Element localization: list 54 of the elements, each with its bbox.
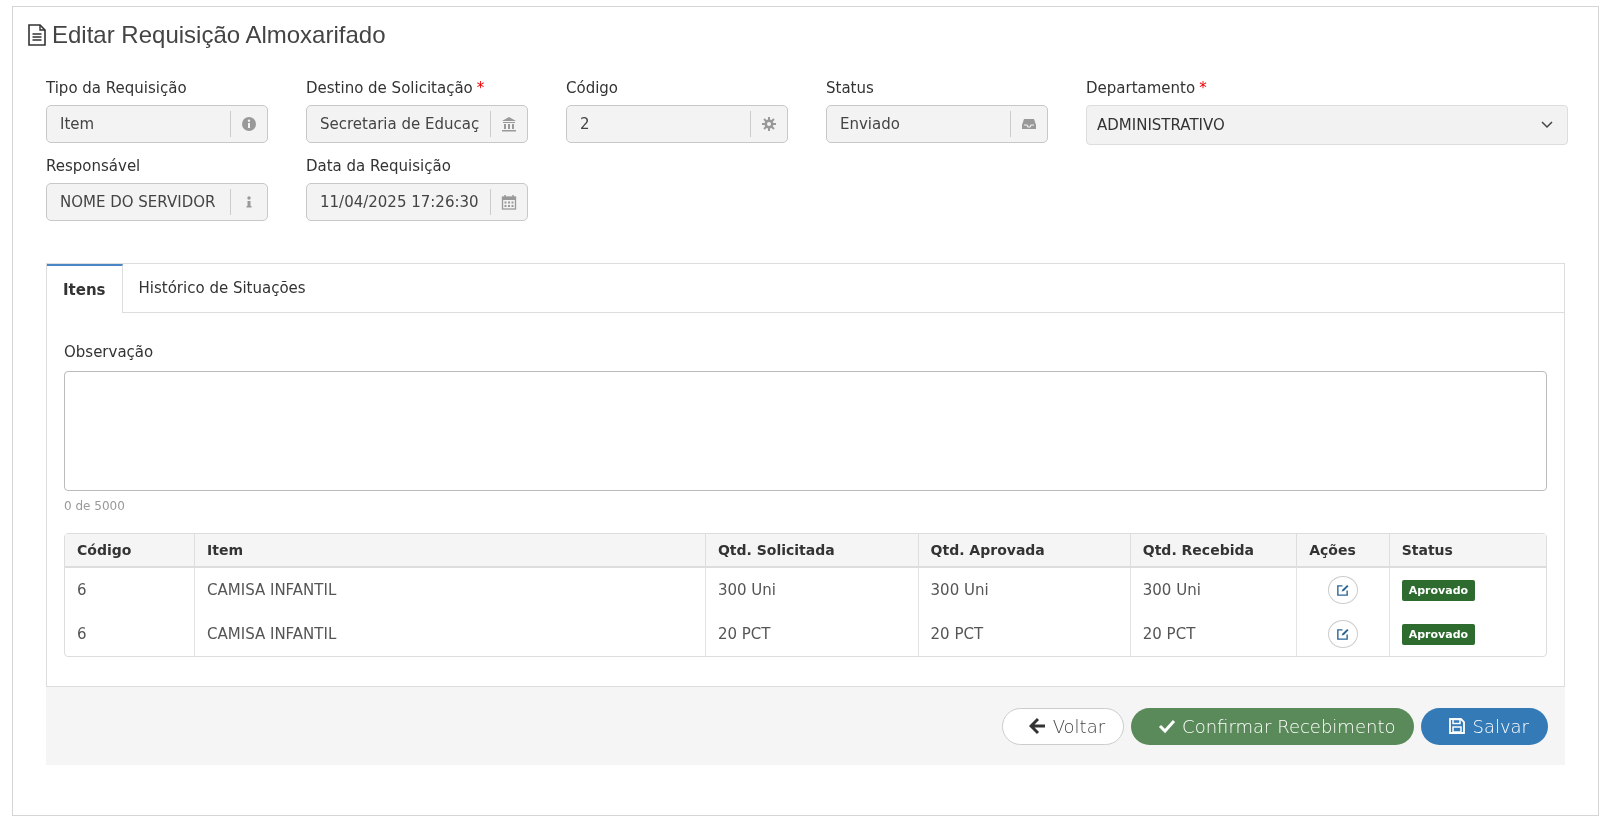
input-field[interactable]: Item	[46, 105, 268, 143]
table-cell: 300 Uni	[918, 568, 1131, 612]
edit-icon	[1336, 627, 1350, 641]
inbox-icon	[1021, 116, 1037, 132]
table-cell: 6	[65, 612, 196, 656]
bank-icon	[501, 116, 517, 132]
table-cell: CAMISA INFANTIL	[195, 612, 706, 656]
column-header: Qtd. Solicitada	[705, 534, 919, 568]
tab[interactable]: Itens	[47, 264, 123, 313]
table-cell: 300 Uni	[1130, 568, 1298, 612]
confirm-button[interactable]: Confirmar Recebimento	[1131, 707, 1415, 745]
column-header: Qtd. Aprovada	[918, 534, 1131, 568]
field-label: Departamento *	[1086, 79, 1208, 97]
field-label: Tipo da Requisição	[46, 79, 188, 97]
table-cell: CAMISA INFANTIL	[195, 568, 706, 612]
table-cell: 20 PCT	[705, 612, 919, 656]
gear-icon	[761, 116, 777, 132]
table-cell: 20 PCT	[918, 612, 1131, 656]
calendar-icon	[501, 194, 517, 210]
save-button[interactable]: Salvar	[1421, 707, 1548, 745]
column-header: Qtd. Recebida	[1130, 534, 1298, 568]
input-field[interactable]: 11/04/2025 17:26:30	[306, 183, 528, 221]
field-label: Status	[826, 79, 875, 97]
table-cell: 6	[65, 568, 196, 612]
status-badge: Aprovado	[1401, 623, 1476, 645]
character-counter: 0 de 5000	[64, 499, 126, 513]
input-field[interactable]: NOME DO SERVIDOR	[46, 183, 268, 221]
arrow-left-icon	[1028, 717, 1047, 735]
tab[interactable]: Histórico de Situações	[122, 264, 322, 312]
input-field[interactable]: Enviado	[826, 105, 1048, 143]
column-header: Código	[65, 534, 196, 568]
edit-icon	[1336, 583, 1350, 597]
field-label: Observação	[64, 343, 155, 361]
field-label: Data da Requisição	[306, 157, 452, 175]
column-header: Ações	[1297, 534, 1390, 568]
edit-button[interactable]	[1327, 576, 1358, 604]
chevron-down-icon	[1541, 121, 1553, 129]
input-field[interactable]: Secretaria de Educaç	[306, 105, 528, 143]
info-icon	[241, 116, 257, 132]
back-button[interactable]: Voltar	[1001, 707, 1125, 745]
column-header: Status	[1389, 534, 1546, 568]
field-label: Destino de Solicitação *	[306, 79, 486, 97]
check-icon	[1158, 717, 1177, 735]
table-cell: 300 Uni	[705, 568, 919, 612]
edit-button[interactable]	[1327, 620, 1358, 648]
dropdown[interactable]: ADMINISTRATIVO	[1086, 105, 1568, 145]
field-label: Responsável	[46, 157, 142, 175]
page-title: Editar Requisição Almoxarifado	[52, 21, 386, 49]
column-header: Item	[195, 534, 706, 568]
status-badge: Aprovado	[1401, 579, 1476, 601]
input-field[interactable]: 2	[566, 105, 788, 143]
table-cell: 20 PCT	[1130, 612, 1298, 656]
document-icon	[28, 24, 46, 46]
field-label: Código	[566, 79, 620, 97]
